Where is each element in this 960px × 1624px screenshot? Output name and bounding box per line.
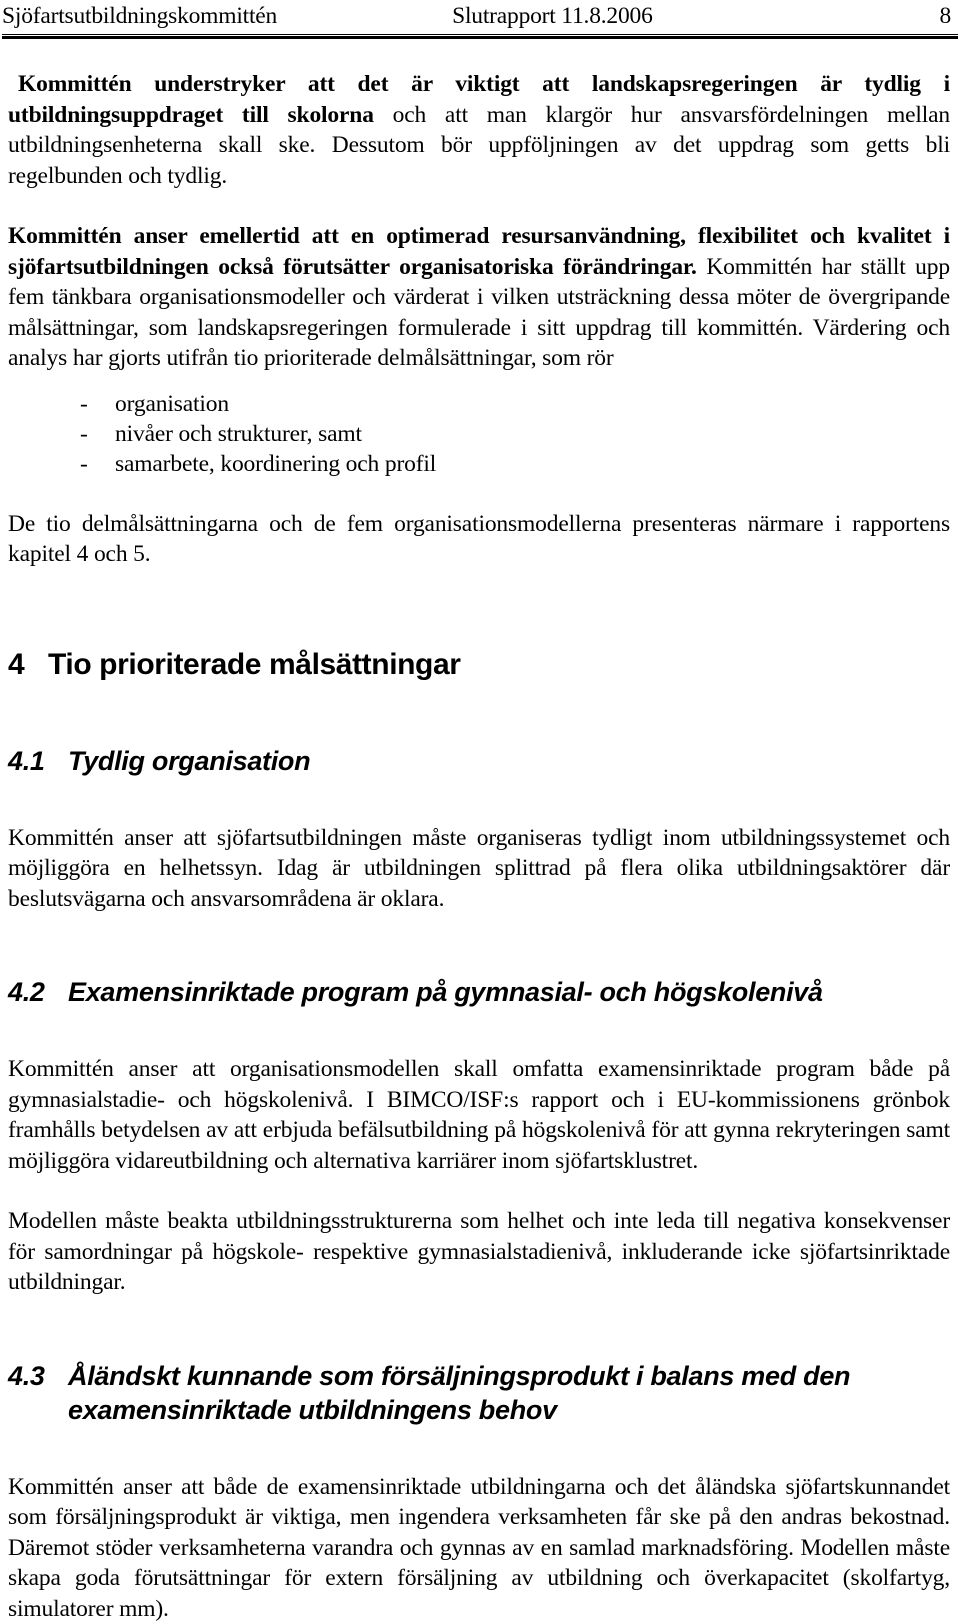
- list-dash-marker: -: [80, 419, 115, 449]
- heading-section-42-number: 4.2: [8, 975, 68, 1009]
- list-item-label: nivåer och strukturer, samt: [115, 419, 950, 449]
- paragraph-3: De tio delmålsättningarna och de fem org…: [8, 509, 950, 570]
- page-number: 8: [653, 2, 958, 30]
- heading-section-4-title: Tio prioriterade målsättningar: [48, 647, 950, 683]
- heading-section-43: 4.3 Åländskt kunnande som försäljningspr…: [8, 1359, 950, 1427]
- heading-section-4: 4 Tio prioriterade målsättningar: [8, 647, 950, 683]
- document-body: Kommittén understryker att det är viktig…: [8, 39, 950, 1624]
- heading-section-41-number: 4.1: [8, 744, 68, 778]
- list-dash-marker: -: [80, 389, 115, 419]
- page-header: Sjöfartsutbildningskommittén Slutrapport…: [2, 0, 958, 32]
- header-report-label: Slutrapport 11.8.2006: [452, 2, 653, 30]
- list-dash-marker: -: [80, 449, 115, 479]
- list-item-label: samarbete, koordinering och profil: [115, 449, 950, 479]
- paragraph-42-2: Modellen måste beakta utbildningsstruktu…: [8, 1206, 950, 1298]
- paragraph-41-1: Kommittén anser att sjöfartsutbildningen…: [8, 823, 950, 915]
- heading-section-4-number: 4: [8, 647, 48, 683]
- heading-section-42-title: Examensinriktade program på gymnasial- o…: [68, 975, 950, 1009]
- header-rule-thin: [2, 34, 958, 35]
- paragraph-2: Kommittén anser emellertid att en optime…: [8, 221, 950, 374]
- paragraph-1: Kommittén understryker att det är viktig…: [8, 69, 950, 191]
- heading-section-41-title: Tydlig organisation: [68, 744, 950, 778]
- document-page: Sjöfartsutbildningskommittén Slutrapport…: [0, 0, 960, 1580]
- list-item-label: organisation: [115, 389, 950, 419]
- header-document-title: Sjöfartsutbildningskommittén: [2, 2, 277, 30]
- heading-section-43-title: Åländskt kunnande som försäljningsproduk…: [68, 1359, 950, 1427]
- priority-list: - organisation - nivåer och strukturer, …: [8, 389, 950, 479]
- heading-section-41: 4.1 Tydlig organisation: [8, 744, 950, 778]
- heading-section-42: 4.2 Examensinriktade program på gymnasia…: [8, 975, 950, 1009]
- list-item: - samarbete, koordinering och profil: [8, 449, 950, 479]
- paragraph-43-1: Kommittén anser att både de examensinrik…: [8, 1472, 950, 1624]
- list-item: - organisation: [8, 389, 950, 419]
- list-item: - nivåer och strukturer, samt: [8, 419, 950, 449]
- paragraph-42-1: Kommittén anser att organisationsmodelle…: [8, 1054, 950, 1176]
- heading-section-43-number: 4.3: [8, 1359, 68, 1427]
